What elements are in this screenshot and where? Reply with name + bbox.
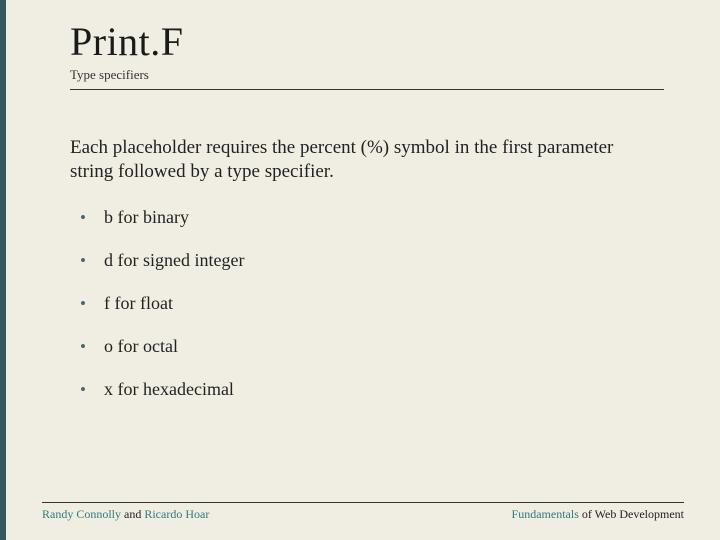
footer-right: Fundamentals of Web Development: [512, 507, 684, 522]
specifier-list: b for binary d for signed integer f for …: [70, 207, 664, 400]
list-item: o for octal: [80, 336, 664, 357]
author-b: Ricardo Hoar: [144, 507, 209, 521]
book-title-a: Fundamentals: [512, 507, 579, 521]
book-title-b: of Web Development: [579, 507, 684, 521]
page-title: Print.F: [70, 18, 664, 65]
list-item: x for hexadecimal: [80, 379, 664, 400]
list-item: f for float: [80, 293, 664, 314]
page-subtitle: Type specifiers: [70, 67, 664, 90]
list-item: d for signed integer: [80, 250, 664, 271]
list-item: b for binary: [80, 207, 664, 228]
footer-joiner: and: [121, 507, 144, 521]
footer-left: Randy Connolly and Ricardo Hoar: [42, 507, 209, 522]
footer: Randy Connolly and Ricardo Hoar Fundamen…: [42, 502, 684, 522]
author-a: Randy Connolly: [42, 507, 121, 521]
slide: Print.F Type specifiers Each placeholder…: [0, 0, 720, 540]
lead-paragraph: Each placeholder requires the percent (%…: [70, 136, 630, 185]
